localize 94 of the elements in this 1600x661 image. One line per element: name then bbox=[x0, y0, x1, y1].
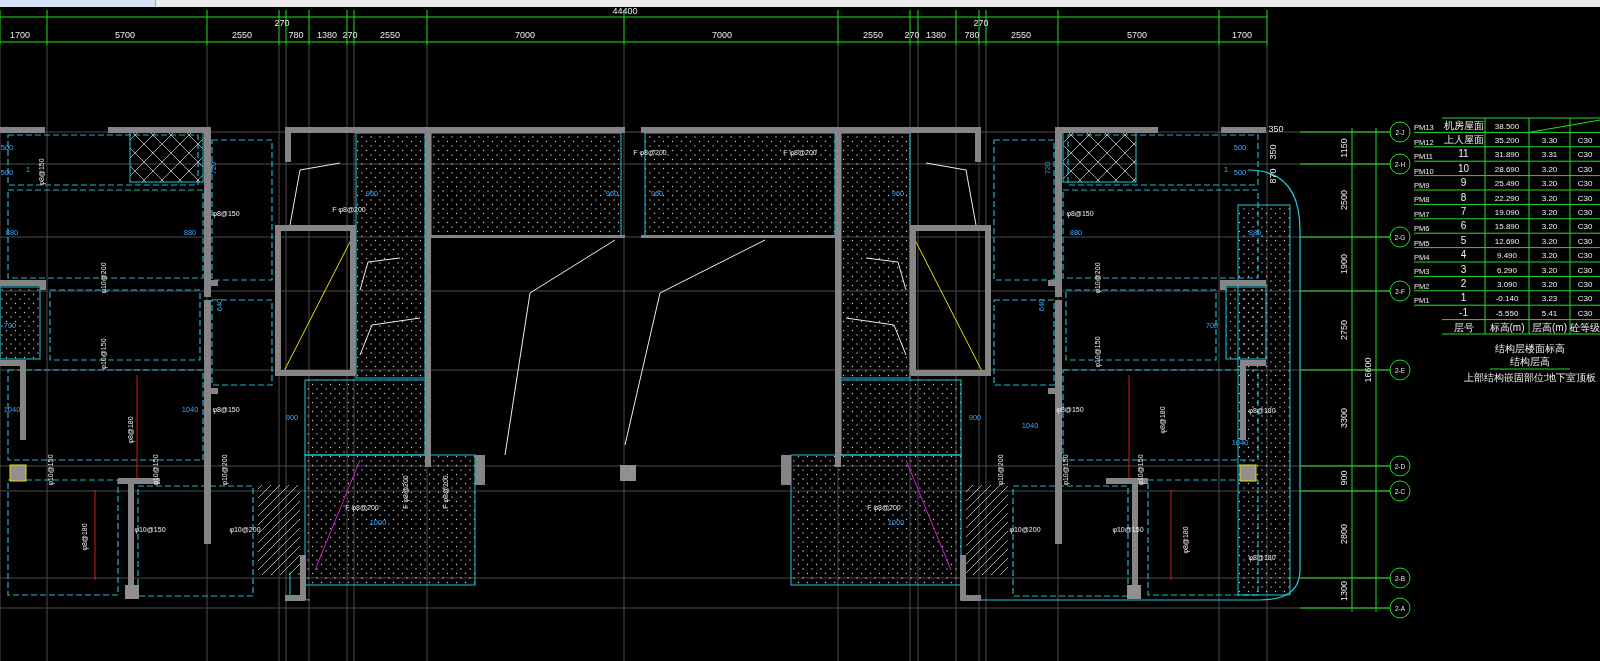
section-mark: 1 bbox=[25, 165, 31, 174]
table-cell: 3.20 bbox=[1541, 179, 1558, 189]
column-header: 层高(m) bbox=[1532, 321, 1567, 333]
table-cell: 3.090 bbox=[1497, 279, 1517, 289]
table-cell: 3.20 bbox=[1541, 265, 1558, 275]
table-cell: 3.31 bbox=[1541, 150, 1558, 160]
table-cell: -0.140 bbox=[1495, 294, 1519, 304]
table-cell: 4 bbox=[1460, 249, 1467, 261]
dimension-text: 780 bbox=[288, 30, 304, 40]
table-cell: 9 bbox=[1460, 177, 1467, 189]
total-height-dimension: 16600 bbox=[1363, 357, 1373, 383]
table-cell: 10 bbox=[1457, 162, 1470, 174]
table-cell: 3.20 bbox=[1541, 279, 1558, 289]
dimension-text: 1300 bbox=[1339, 581, 1349, 601]
dimension-text: 1380 bbox=[926, 30, 946, 40]
dimension-text: 270 bbox=[904, 30, 920, 40]
dimension-text: 7000 bbox=[712, 30, 732, 40]
dimension-text: 2800 bbox=[1339, 524, 1349, 544]
dimension-text: 5700 bbox=[1127, 30, 1147, 40]
dimension-text: 350 bbox=[1268, 124, 1284, 134]
dimension-text: 1700 bbox=[10, 30, 30, 40]
table-cell: 机房屋面 bbox=[1443, 119, 1484, 131]
table-cell: 25.490 bbox=[1494, 179, 1520, 189]
dimension-text: 2550 bbox=[232, 30, 252, 40]
dimension-text: 7000 bbox=[515, 30, 535, 40]
section-mark: 1 bbox=[1223, 165, 1229, 174]
table-cell: 6 bbox=[1460, 220, 1467, 232]
table-cell: 5 bbox=[1460, 234, 1467, 246]
table-cell: -5.550 bbox=[1495, 308, 1519, 318]
table-cell: 11 bbox=[1458, 148, 1469, 160]
table-cell: -1 bbox=[1459, 306, 1468, 318]
table-cell: 31.890 bbox=[1494, 150, 1520, 160]
table-cell: C30 bbox=[1577, 179, 1593, 189]
dimension-text: 1900 bbox=[1339, 254, 1349, 274]
table-cell: 3.23 bbox=[1541, 294, 1558, 304]
table-cell: C30 bbox=[1577, 251, 1593, 261]
table-cell: C30 bbox=[1577, 308, 1593, 318]
table-cell: 28.690 bbox=[1494, 164, 1520, 174]
dimension-text: 350 bbox=[1268, 144, 1278, 160]
table-note: 结构层高 bbox=[1510, 356, 1550, 367]
table-cell: C30 bbox=[1577, 236, 1593, 246]
table-cell: 6.290 bbox=[1497, 265, 1517, 275]
table-cell: C30 bbox=[1577, 222, 1593, 232]
table-cell: 22.290 bbox=[1494, 193, 1520, 203]
table-cell: 1 bbox=[1460, 292, 1467, 304]
table-cell: 3.20 bbox=[1541, 193, 1558, 203]
dimension-text: 1150 bbox=[1339, 138, 1349, 158]
table-cell: C30 bbox=[1577, 164, 1593, 174]
total-width-dimension: 44400 bbox=[612, 7, 638, 16]
dimension-text: 3300 bbox=[1339, 408, 1349, 428]
table-cell: C30 bbox=[1577, 150, 1593, 160]
table-cell: 3.30 bbox=[1541, 135, 1558, 145]
table-cell: C30 bbox=[1577, 207, 1593, 217]
table-cell: 3.20 bbox=[1541, 251, 1558, 261]
table-cell: 3 bbox=[1460, 263, 1467, 275]
dimension-text: 870 bbox=[1268, 168, 1278, 184]
table-cell: 3.20 bbox=[1541, 207, 1558, 217]
table-cell: C30 bbox=[1577, 294, 1593, 304]
table-cell: 12.690 bbox=[1494, 236, 1520, 246]
table-cell: C30 bbox=[1577, 193, 1593, 203]
table-cell: 5.41 bbox=[1541, 308, 1558, 318]
table-cell: 3.20 bbox=[1541, 164, 1558, 174]
dimension-text: 1700 bbox=[1232, 30, 1252, 40]
table-cell: 19.090 bbox=[1494, 207, 1520, 217]
table-note: 结构层楼面标高 bbox=[1495, 343, 1565, 354]
column-header: 标高(m) bbox=[1489, 321, 1525, 333]
dimension-text: 900 bbox=[1339, 470, 1349, 486]
table-cell: 3.20 bbox=[1541, 222, 1558, 232]
table-cell: 38.500 bbox=[1494, 121, 1520, 131]
dimension-text: 270 bbox=[342, 30, 358, 40]
dimension-text: 270 bbox=[973, 18, 989, 28]
table-note: 上部结构嵌固部位:地下室顶板 bbox=[1463, 372, 1597, 383]
table-cell: 2 bbox=[1460, 277, 1467, 289]
dimension-text: 1380 bbox=[317, 30, 337, 40]
table-cell: C30 bbox=[1577, 265, 1593, 275]
table-cell: 上人屋面 bbox=[1443, 133, 1484, 145]
dimension-text: 2550 bbox=[1011, 30, 1031, 40]
table-cell: 35.200 bbox=[1494, 135, 1520, 145]
dimension-text: 780 bbox=[964, 30, 980, 40]
table-cell: C30 bbox=[1577, 135, 1593, 145]
table-cell: 3.20 bbox=[1541, 236, 1558, 246]
dimension-text: 2550 bbox=[863, 30, 883, 40]
column-header: 层号 bbox=[1453, 321, 1474, 333]
dimension-text: 2500 bbox=[1339, 190, 1349, 210]
table-cell: 7 bbox=[1460, 205, 1467, 217]
table-cell: 9.490 bbox=[1497, 251, 1517, 261]
column-header: 砼等级 bbox=[1570, 321, 1600, 333]
dimension-text: 2750 bbox=[1339, 320, 1349, 340]
dimension-text: 270 bbox=[274, 18, 290, 28]
table-cell: 8 bbox=[1460, 191, 1467, 203]
dimension-text: 5700 bbox=[115, 30, 135, 40]
dimension-text: 2550 bbox=[380, 30, 400, 40]
table-cell: 15.890 bbox=[1494, 222, 1520, 232]
table-cell: C30 bbox=[1577, 279, 1593, 289]
